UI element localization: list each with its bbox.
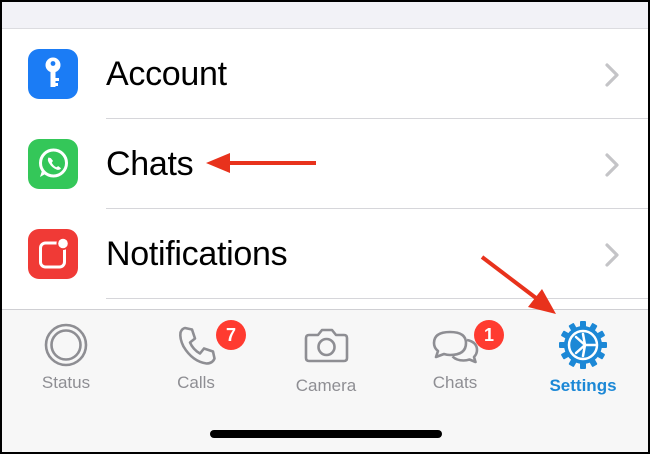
top-spacer [2, 2, 648, 29]
tab-label: Settings [549, 376, 617, 395]
chat-bubbles-icon [432, 330, 479, 364]
tab-status[interactable]: Status [11, 320, 121, 400]
camera-icon [304, 328, 349, 363]
tab-label: Calls [177, 373, 215, 392]
calls-badge: 7 [216, 320, 246, 350]
tab-camera[interactable]: Camera [271, 320, 381, 400]
tab-chats[interactable]: 1 Chats [400, 320, 510, 400]
notification-icon [28, 229, 78, 279]
phone-icon [179, 326, 216, 365]
tab-settings[interactable]: Settings [528, 320, 638, 400]
settings-item-chats[interactable]: Chats [2, 119, 648, 209]
settings-item-account[interactable]: Account [2, 29, 648, 119]
tab-label: Chats [432, 373, 478, 392]
whatsapp-icon [28, 139, 78, 189]
status-icon [44, 323, 88, 367]
key-icon [28, 49, 78, 99]
gear-icon [559, 321, 607, 369]
chevron-right-icon [605, 243, 619, 267]
chevron-right-icon [605, 63, 619, 87]
settings-list: Account Chats Notifications [2, 29, 648, 309]
settings-item-notifications[interactable]: Notifications [2, 209, 648, 299]
home-indicator[interactable] [210, 430, 442, 438]
separator [106, 298, 648, 299]
settings-item-label: Chats [106, 145, 194, 183]
tab-label: Camera [295, 376, 357, 395]
chevron-right-icon [605, 153, 619, 177]
screen: Account Chats Notifications Status 7 Cal… [2, 2, 648, 452]
tab-label: Status [41, 373, 91, 392]
settings-item-label: Notifications [106, 235, 288, 273]
settings-item-label: Account [106, 55, 227, 93]
chats-badge: 1 [474, 320, 504, 350]
tab-calls[interactable]: 7 Calls [141, 320, 251, 400]
